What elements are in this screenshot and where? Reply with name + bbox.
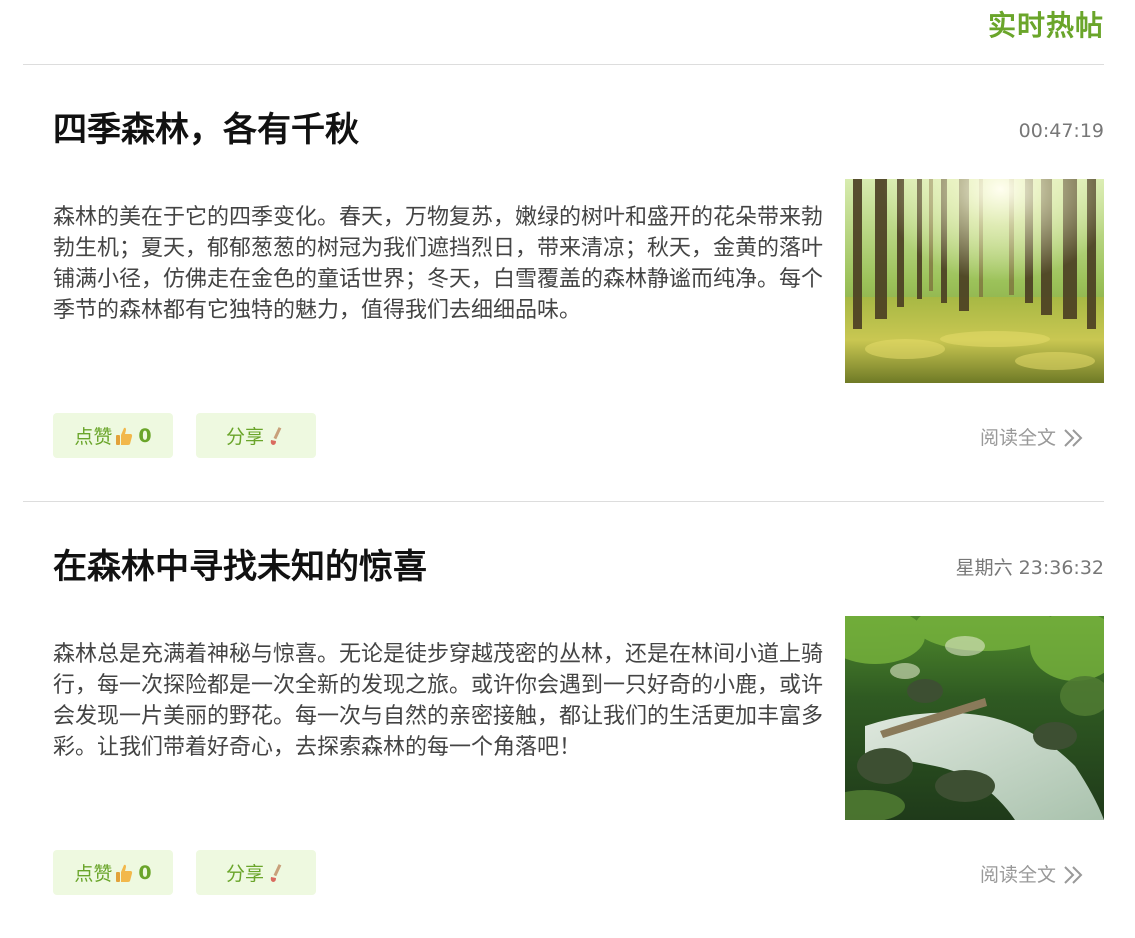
share-brush-icon (266, 425, 286, 447)
thumbs-up-icon (114, 425, 134, 447)
share-label: 分享 (225, 426, 264, 448)
post-image-sunlit-forest[interactable] (845, 179, 1104, 383)
share-label: 分享 (225, 863, 264, 885)
post-image-forest-stream[interactable] (845, 616, 1104, 820)
like-label: 点赞 (74, 863, 113, 885)
post-timestamp: 星期六 23:36:32 (955, 557, 1104, 579)
section-header: 实时热帖 (23, 0, 1104, 65)
post-title[interactable]: 四季森林，各有千秋 (53, 105, 359, 155)
share-brush-icon (266, 862, 286, 884)
share-button[interactable]: 分享 (196, 850, 316, 895)
section-title: 实时热帖 (987, 9, 1104, 42)
read-more-label: 阅读全文 (979, 427, 1056, 449)
read-more-label: 阅读全文 (979, 864, 1056, 886)
like-button[interactable]: 点赞 0 (53, 413, 173, 458)
like-label: 点赞 (74, 426, 113, 448)
post-excerpt: 森林的美在于它的四季变化。春天，万物复苏，嫩绿的树叶和盛开的花朵带来勃勃生机；夏… (53, 205, 824, 323)
like-count: 0 (138, 424, 152, 447)
like-count: 0 (138, 861, 152, 884)
post-timestamp: 00:47:19 (1018, 120, 1104, 142)
post-excerpt: 森林总是充满着神秘与惊喜。无论是徒步穿越茂密的丛林，还是在林间小道上骑行，每一次… (53, 642, 824, 760)
thumbs-up-icon (114, 862, 134, 884)
post-card: 四季森林，各有千秋 00:47:19 森林的美在于它的四季变化。春天，万物复苏，… (23, 65, 1104, 502)
double-chevron-right-icon (1062, 864, 1084, 886)
double-chevron-right-icon (1062, 427, 1084, 449)
read-more-link[interactable]: 阅读全文 (980, 425, 1084, 451)
read-more-link[interactable]: 阅读全文 (980, 862, 1084, 888)
post-title[interactable]: 在森林中寻找未知的惊喜 (53, 542, 427, 592)
like-button[interactable]: 点赞 0 (53, 850, 173, 895)
share-button[interactable]: 分享 (196, 413, 316, 458)
post-card: 在森林中寻找未知的惊喜 星期六 23:36:32 森林总是充满着神秘与惊喜。无论… (23, 502, 1104, 938)
